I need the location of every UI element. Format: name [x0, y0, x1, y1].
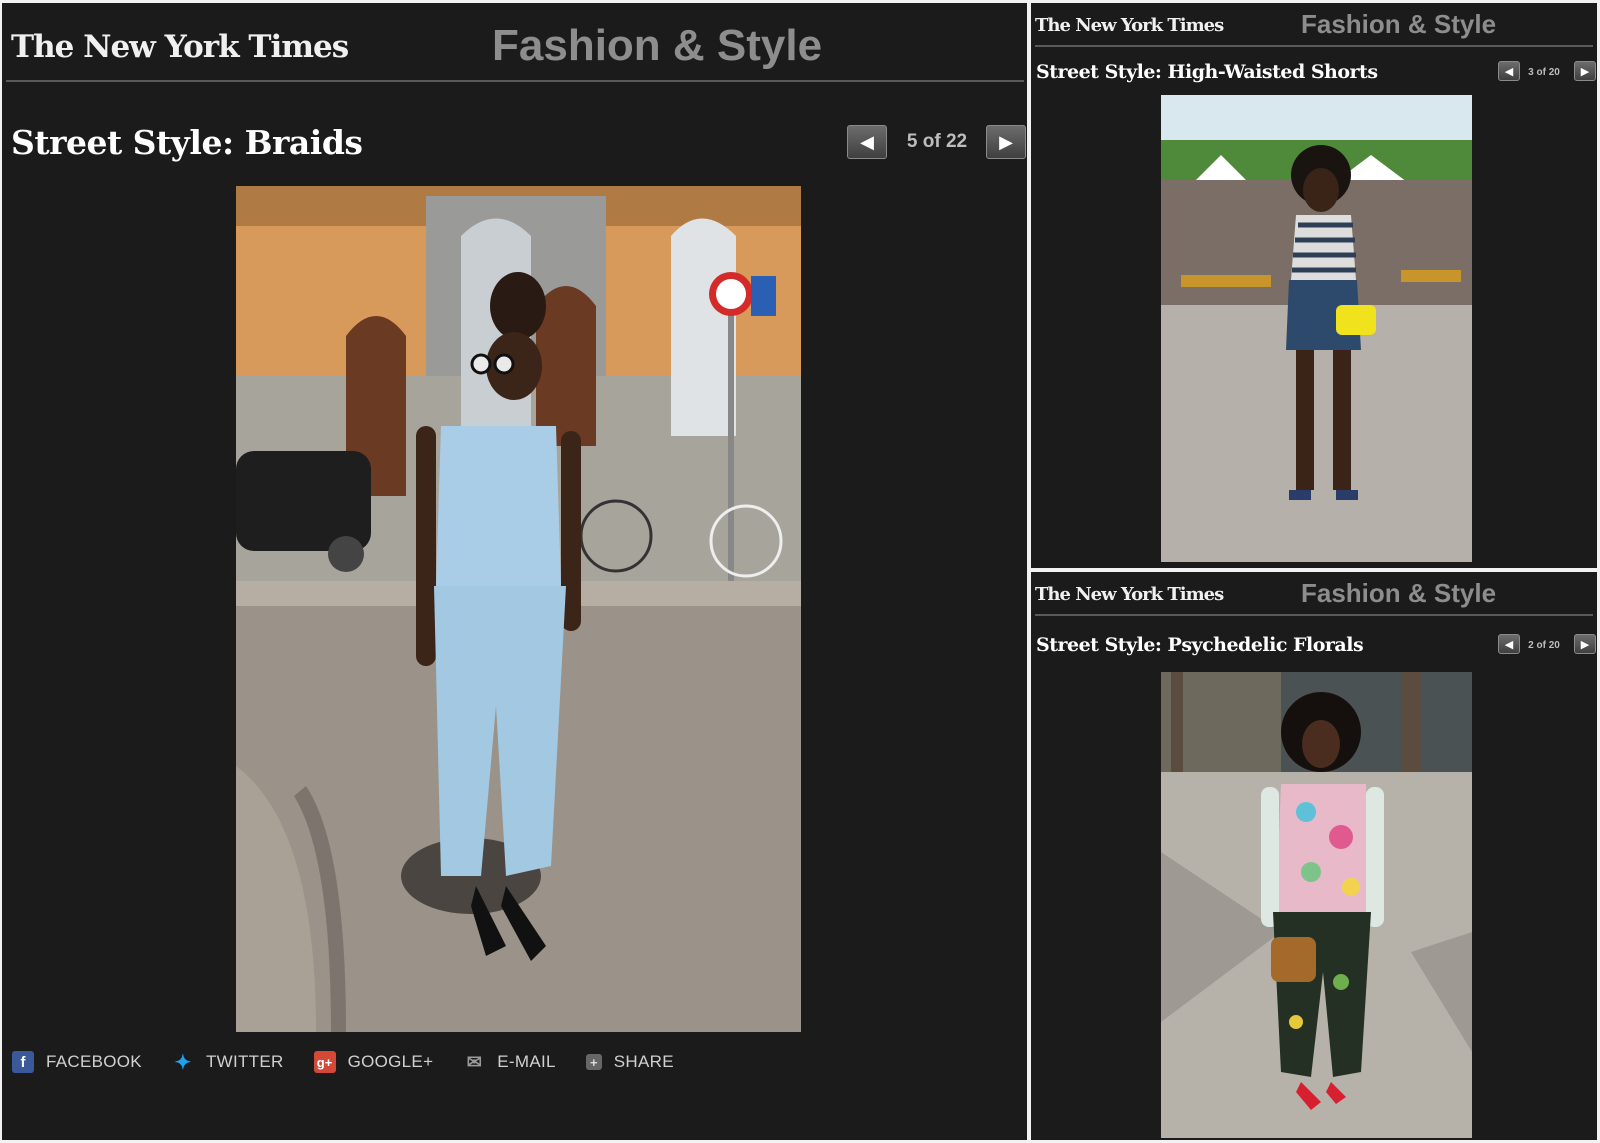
- street-photo-illustration: [236, 186, 801, 1032]
- section-title[interactable]: Fashion & Style: [492, 21, 822, 71]
- right-arrow-icon: ▶: [999, 131, 1013, 152]
- slide-counter: 2 of 20: [1528, 640, 1560, 651]
- twitter-icon: ✦: [174, 1051, 192, 1074]
- share-label: GOOGLE+: [347, 1052, 434, 1071]
- slideshow-panel-shorts: The New York Times Fashion & Style Stree…: [1031, 3, 1597, 568]
- park-photo-illustration: [1161, 672, 1472, 1138]
- nyt-logo[interactable]: The New York Times: [1035, 584, 1224, 605]
- google-plus-icon: g+: [313, 1051, 336, 1073]
- share-bar: f FACEBOOK ✦ TWITTER g+ GOOGLE+ ✉ E-MAIL…: [12, 1051, 704, 1074]
- slideshow-title: Street Style: High-Waisted Shorts: [1036, 61, 1378, 83]
- share-label: FACEBOOK: [46, 1052, 142, 1071]
- section-title[interactable]: Fashion & Style: [1301, 9, 1496, 40]
- slideshow-panel-main: The New York Times Fashion & Style Stree…: [2, 3, 1027, 1140]
- slide-photo: [1161, 672, 1472, 1138]
- share-label: TWITTER: [205, 1052, 284, 1071]
- previous-slide-button[interactable]: ◀: [1498, 61, 1520, 81]
- slide-photo: [1161, 95, 1472, 562]
- next-slide-button[interactable]: ▶: [986, 125, 1026, 159]
- nyt-logo[interactable]: The New York Times: [11, 29, 349, 65]
- festival-photo-illustration: [1161, 95, 1472, 562]
- share-label: E-MAIL: [497, 1052, 556, 1071]
- previous-slide-button[interactable]: ◀: [1498, 634, 1520, 654]
- left-arrow-icon: ◀: [860, 131, 874, 152]
- email-share-button[interactable]: ✉ E-MAIL: [463, 1051, 556, 1073]
- slide-counter: 5 of 22: [906, 131, 968, 152]
- slide-photo: [236, 186, 801, 1032]
- header-divider: [6, 80, 1024, 82]
- left-arrow-icon: ◀: [1504, 65, 1514, 78]
- right-arrow-icon: ▶: [1580, 65, 1590, 78]
- email-icon: ✉: [466, 1051, 482, 1072]
- header-divider: [1035, 614, 1593, 616]
- facebook-share-button[interactable]: f FACEBOOK: [12, 1051, 142, 1073]
- slideshow-panel-florals: The New York Times Fashion & Style Stree…: [1031, 572, 1597, 1140]
- nyt-logo[interactable]: The New York Times: [1035, 15, 1224, 36]
- share-icon: +: [585, 1054, 602, 1070]
- next-slide-button[interactable]: ▶: [1574, 634, 1596, 654]
- slide-counter: 3 of 20: [1528, 67, 1560, 78]
- slideshow-title: Street Style: Psychedelic Florals: [1036, 634, 1364, 656]
- previous-slide-button[interactable]: ◀: [847, 125, 887, 159]
- next-slide-button[interactable]: ▶: [1574, 61, 1596, 81]
- share-label: SHARE: [613, 1052, 674, 1071]
- section-title[interactable]: Fashion & Style: [1301, 578, 1496, 609]
- left-arrow-icon: ◀: [1504, 638, 1514, 651]
- facebook-icon: f: [12, 1051, 34, 1073]
- right-arrow-icon: ▶: [1580, 638, 1590, 651]
- header-divider: [1035, 45, 1593, 47]
- google-plus-share-button[interactable]: g+ GOOGLE+: [313, 1051, 434, 1073]
- slideshow-title: Street Style: Braids: [11, 123, 363, 162]
- twitter-share-button[interactable]: ✦ TWITTER: [172, 1051, 284, 1074]
- more-share-button[interactable]: + SHARE: [585, 1052, 674, 1072]
